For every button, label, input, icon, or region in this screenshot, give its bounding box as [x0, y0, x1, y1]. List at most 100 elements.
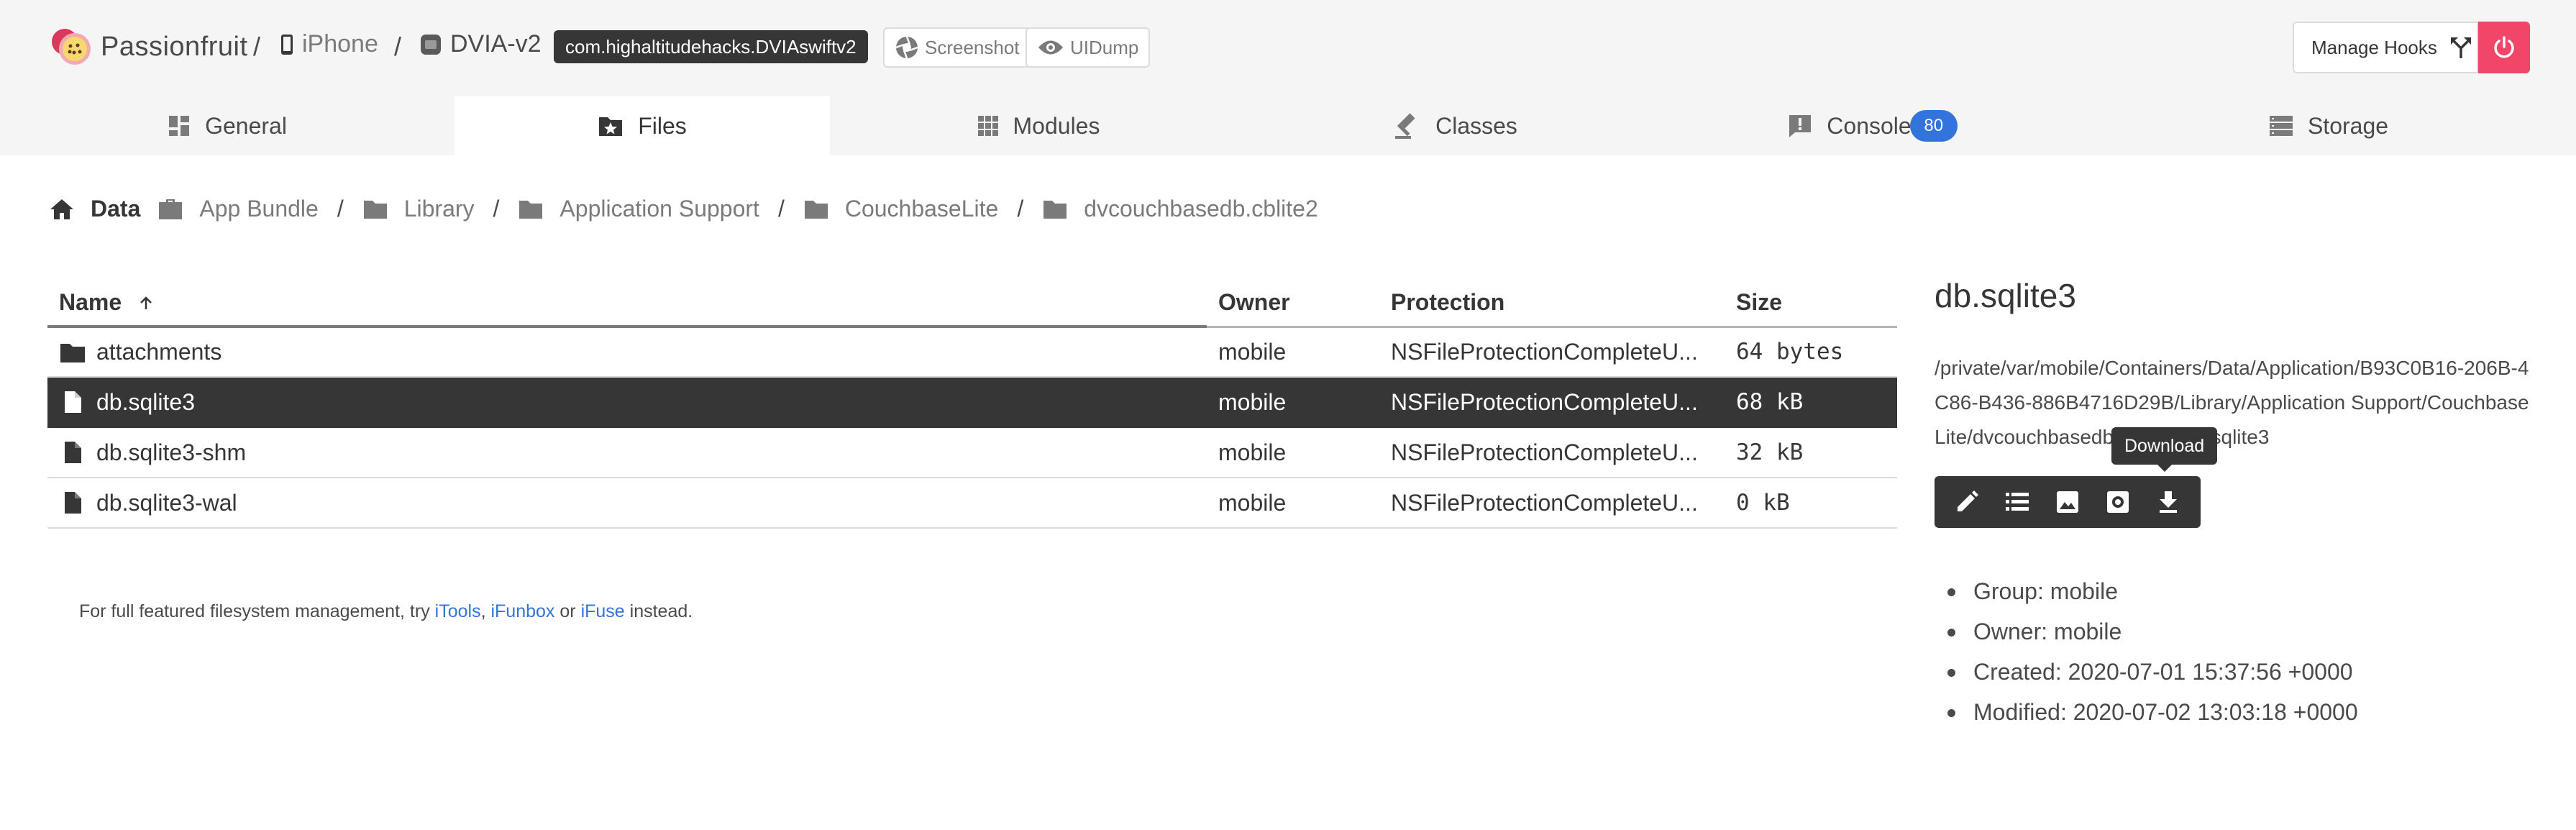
table-row[interactable]: db.sqlite3 mobile NSFileProtectionComple… — [47, 377, 1897, 428]
hint-suffix: instead. — [624, 601, 693, 621]
breadcrumb-item-dvcouchbasedb[interactable]: dvcouchbasedb.cblite2 — [1042, 196, 1318, 222]
column-header-size[interactable]: Size — [1725, 279, 1897, 328]
protection-value: NSFileProtectionCompleteU... — [1391, 489, 1698, 516]
itools-link[interactable]: iTools — [435, 601, 481, 621]
image-preview-button[interactable] — [2042, 476, 2093, 528]
manage-hooks-label: Manage Hooks — [2311, 36, 2437, 58]
app-link[interactable]: DVIA-v2 — [420, 30, 542, 58]
grid-icon — [977, 116, 998, 136]
settings-button[interactable] — [2093, 476, 2143, 528]
database-icon — [2269, 116, 2293, 136]
gavel-icon — [1395, 113, 1415, 139]
protection-value: NSFileProtectionCompleteU... — [1391, 338, 1698, 365]
download-tooltip: Download — [2111, 427, 2218, 472]
tab-classes[interactable]: Classes — [1247, 96, 1664, 155]
protection-cell: NSFileProtectionCompleteU... — [1379, 478, 1725, 529]
breadcrumb-separator: / — [777, 196, 785, 222]
breadcrumb-item-couchbaselite[interactable]: CouchbaseLite — [803, 196, 998, 222]
size-cell: 32 kB — [1725, 427, 1897, 478]
breadcrumb-root[interactable]: Data — [49, 196, 140, 222]
breadcrumb-separator: / — [337, 196, 344, 222]
device-link[interactable]: iPhone — [280, 30, 378, 58]
table-row[interactable]: db.sqlite3-wal mobile NSFileProtectionCo… — [47, 478, 1897, 529]
file-icon — [65, 442, 81, 463]
file-properties-list: Group: mobile Owner: mobile Created: 202… — [1947, 571, 2358, 732]
breadcrumb: Data App Bundle / Library / Application … — [49, 196, 1318, 222]
owner-cell: mobile — [1207, 327, 1379, 378]
call-split-icon — [2450, 37, 2471, 58]
breadcrumb-label: Library — [403, 196, 475, 222]
modified-property: Modified: 2020-07-02 13:03:18 +0000 — [1947, 692, 2358, 732]
ifuse-link[interactable]: iFuse — [581, 601, 625, 621]
screenshot-button[interactable]: Screenshot — [883, 27, 1031, 68]
breadcrumb-root-label: Data — [91, 196, 141, 222]
owner-cell: mobile — [1207, 427, 1379, 478]
folder-icon — [519, 200, 543, 219]
eye-icon — [1038, 40, 1063, 55]
breadcrumb-label: Application Support — [559, 196, 759, 222]
file-name: attachments — [96, 339, 222, 365]
edit-icon — [1958, 491, 1978, 511]
column-header-protection[interactable]: Protection — [1379, 279, 1725, 328]
download-button[interactable] — [2143, 476, 2193, 528]
home-icon — [50, 199, 73, 219]
table-row[interactable]: db.sqlite3-shm mobile NSFileProtectionCo… — [47, 427, 1897, 478]
size-cell: 0 kB — [1725, 478, 1897, 529]
passionfruit-logo-icon — [52, 29, 91, 65]
image-icon — [2057, 491, 2078, 513]
group-property: Group: mobile — [1947, 571, 2358, 611]
files-table: Name Owner Protection Size attachments m… — [47, 279, 1897, 529]
app-name: Passionfruit — [101, 31, 248, 62]
folder-icon — [1043, 200, 1067, 219]
tab-label: Modules — [1013, 112, 1100, 139]
table-row[interactable]: attachments mobile NSFileProtectionCompl… — [47, 327, 1897, 378]
tab-general[interactable]: General — [0, 96, 455, 155]
owner-property: Owner: mobile — [1947, 611, 2358, 652]
tab-console[interactable]: Console 80 — [1664, 96, 2081, 155]
folder-icon — [363, 200, 387, 219]
breadcrumb-label: App Bundle — [199, 196, 319, 222]
list-icon — [2006, 493, 2029, 511]
column-header-name[interactable]: Name — [47, 279, 1207, 328]
list-view-button[interactable] — [1992, 476, 2042, 528]
power-icon — [2494, 36, 2514, 58]
name-cell: db.sqlite3-shm — [47, 427, 1207, 478]
folder-icon — [60, 343, 85, 362]
download-icon — [2160, 491, 2177, 513]
created-property: Created: 2020-07-01 15:37:56 +0000 — [1947, 652, 2358, 692]
power-button[interactable] — [2478, 22, 2530, 73]
ifunbox-link[interactable]: iFunbox — [490, 601, 554, 621]
column-header-owner[interactable]: Owner — [1207, 279, 1379, 328]
app-title: DVIA-v2 — [450, 30, 542, 58]
breadcrumb-item-app-bundle[interactable]: App Bundle — [157, 196, 319, 222]
name-cell: db.sqlite3 — [47, 377, 1207, 428]
tab-files[interactable]: Files — [455, 96, 830, 155]
uidump-button[interactable]: UIDump — [1026, 27, 1151, 68]
breadcrumb-item-application-support[interactable]: Application Support — [518, 196, 759, 222]
manage-hooks-button[interactable]: Manage Hooks — [2293, 22, 2478, 73]
app-logo[interactable]: Passionfruit — [49, 24, 248, 69]
file-icon — [65, 391, 81, 413]
table-header-row: Name Owner Protection Size — [47, 279, 1897, 328]
name-cell: db.sqlite3-wal — [47, 478, 1207, 529]
edit-button[interactable] — [1942, 476, 1992, 528]
breadcrumb-label: dvcouchbasedb.cblite2 — [1084, 196, 1318, 222]
size-cell: 64 bytes — [1725, 327, 1897, 378]
sort-ascending-icon — [140, 296, 152, 310]
top-header: Passionfruit / iPhone / DVIA-v2 com.high… — [0, 0, 2576, 155]
detail-title: db.sqlite3 — [1935, 277, 2076, 314]
hint-separator: , — [480, 601, 491, 621]
briefcase-icon — [159, 199, 183, 219]
breadcrumb-separator: / — [493, 196, 500, 222]
uidump-label: UIDump — [1070, 36, 1139, 58]
filesystem-hint: For full featured filesystem management,… — [79, 601, 693, 622]
breadcrumb-item-library[interactable]: Library — [362, 196, 475, 222]
tab-modules[interactable]: Modules — [830, 96, 1247, 155]
protection-value: NSFileProtectionCompleteU... — [1391, 388, 1698, 415]
header-separator: / — [394, 32, 402, 61]
console-count-badge: 80 — [1909, 110, 1958, 142]
tab-storage[interactable]: Storage — [2081, 96, 2576, 155]
settings-box-icon — [2107, 491, 2129, 513]
column-header-label: Name — [59, 288, 122, 315]
hint-separator: or — [554, 601, 581, 621]
